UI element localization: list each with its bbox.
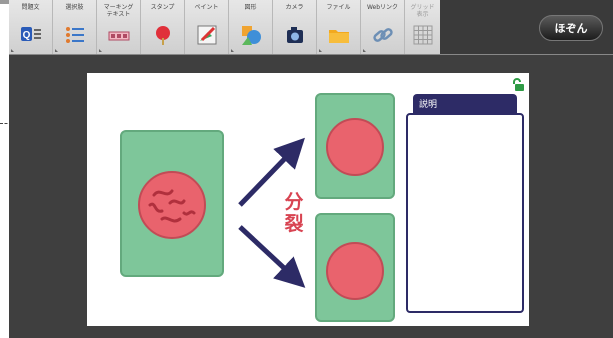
link-icon [372, 24, 394, 46]
tool-camera[interactable]: カメラ [273, 0, 317, 54]
parent-cell-card[interactable] [120, 130, 224, 277]
tool-label: Webリンク [366, 4, 399, 11]
tool-mondaibun[interactable]: 問題文 Q [9, 0, 53, 54]
slide-canvas: 分裂 説明 [87, 73, 529, 326]
unlock-icon[interactable] [511, 77, 525, 91]
grid-icon [412, 24, 434, 46]
daughter-cell-bottom [326, 242, 384, 300]
tool-label: グリッド 表示 [410, 4, 435, 18]
question-list-icon: Q [20, 24, 42, 46]
tool-label: 選択肢 [65, 4, 84, 11]
daughter-cell-card-top[interactable] [315, 93, 395, 199]
tool-marking-text[interactable]: マーキング テキスト [97, 0, 141, 54]
arrow-down [238, 225, 306, 288]
tool-grid[interactable]: グリッド 表示 [405, 0, 441, 54]
stamp-icon [152, 24, 174, 46]
shapes-icon [240, 24, 262, 46]
corner-marker [99, 49, 102, 52]
save-button[interactable]: ほぞん [539, 15, 603, 41]
tool-zukei[interactable]: 図形 [229, 0, 273, 54]
app-screen: 問題文 Q 選択肢 マーキング テキスト スタンプ ペイント 図形 カメラ ファ… [9, 0, 613, 338]
tool-sentakushi[interactable]: 選択肢 [53, 0, 97, 54]
choice-list-icon [64, 24, 86, 46]
tool-stamp[interactable]: スタンプ [141, 0, 185, 54]
toolbar: 問題文 Q 選択肢 マーキング テキスト スタンプ ペイント 図形 カメラ ファ… [9, 0, 613, 55]
paint-icon [196, 24, 218, 46]
corner-marker [231, 49, 234, 52]
marking-text-icon [108, 24, 130, 46]
chromosome-icon [148, 189, 196, 223]
frame-edge [0, 0, 9, 4]
tool-label: カメラ [285, 4, 304, 11]
tool-label: ペイント [194, 4, 219, 11]
tool-file[interactable]: ファイル [317, 0, 361, 54]
tool-label: 問題文 [21, 4, 40, 11]
corner-marker [55, 49, 58, 52]
tool-label: 図形 [244, 4, 257, 11]
folder-icon [328, 24, 350, 46]
parent-cell [138, 171, 206, 239]
tool-label: スタンプ [150, 4, 175, 11]
tool-label: マーキング テキスト [103, 4, 134, 18]
division-label: 分裂 [284, 191, 304, 235]
tool-label: ファイル [326, 4, 351, 11]
corner-marker [11, 49, 14, 52]
tool-paint[interactable]: ペイント [185, 0, 229, 54]
camera-icon [284, 24, 306, 46]
tool-weblink[interactable]: Webリンク [361, 0, 405, 54]
svg-text:Q: Q [23, 30, 31, 41]
daughter-cell-card-bottom[interactable] [315, 213, 395, 322]
explanation-box[interactable] [406, 113, 524, 313]
daughter-cell-top [326, 118, 384, 176]
corner-marker [363, 49, 366, 52]
corner-marker [319, 49, 322, 52]
